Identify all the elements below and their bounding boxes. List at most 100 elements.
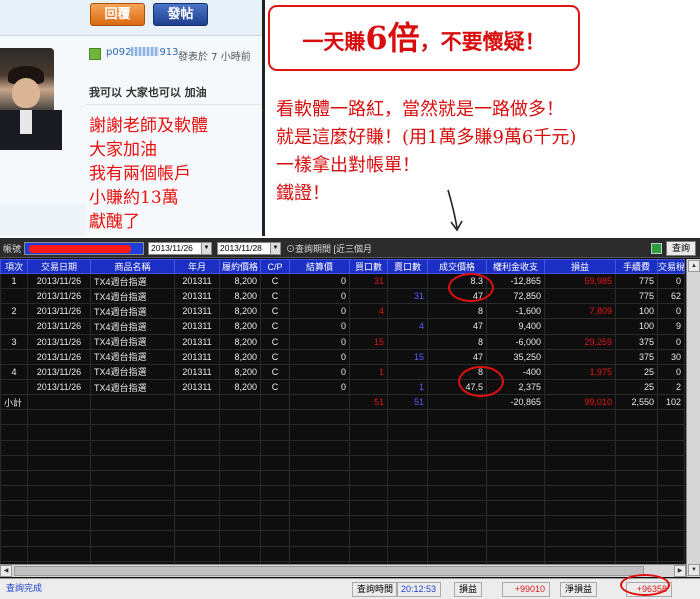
cell-empty [615, 409, 658, 426]
cell-empty [486, 424, 545, 441]
date-to-select[interactable]: 2013/11/28 ▼ [217, 242, 281, 255]
cell-pnl: 7,809 [544, 303, 616, 320]
cell-empty [615, 545, 658, 562]
cell-product: TX4週台指選 [90, 303, 175, 320]
account-select[interactable] [24, 242, 144, 255]
cell-cp: C [260, 363, 290, 380]
avatar[interactable] [0, 48, 62, 150]
cell-empty [260, 424, 290, 441]
post-author[interactable]: p092 913 [106, 47, 179, 58]
cell-empty [387, 409, 428, 426]
subtotal-row[interactable]: 小計 51 51 -20,865 99,010 2,550 102 [0, 394, 685, 411]
cell-tax: 0 [657, 333, 685, 350]
table-row[interactable]: 2013/11/26 TX4週台指選 201311 8,200 C 0 1 47.5 2,375… [0, 378, 685, 396]
cell-empty [174, 545, 220, 562]
export-icon[interactable] [651, 243, 662, 254]
cell-empty [90, 424, 175, 441]
cell-empty [615, 530, 658, 547]
cell-date: 2013/11/26 [27, 378, 91, 396]
cell-no: 1 [0, 272, 28, 290]
table-row[interactable]: 3 2013/11/26 TX4週台指選 201311 8,200 C 0 15 8 -6,000… [0, 333, 685, 350]
cell-strike: 8,200 [219, 303, 261, 320]
cell-empty [174, 530, 220, 547]
table-row[interactable]: 2013/11/26 TX4週台指選 201311 8,200 C 0 4 47 9,400 10… [0, 318, 685, 335]
cell-ym: 201311 [174, 378, 220, 396]
col-header[interactable]: 年月 [174, 259, 220, 274]
cell-ym: 201311 [174, 333, 220, 350]
cell-pnl [544, 348, 616, 365]
account-redacted [29, 245, 131, 253]
col-header[interactable]: 履約價格 [219, 259, 261, 274]
col-header[interactable]: 結算價 [289, 259, 350, 274]
cell-strike: 8,200 [219, 288, 261, 305]
query-time: 20:12:53 [396, 582, 442, 597]
scroll-left-icon[interactable]: ◀ [0, 565, 12, 577]
col-header[interactable]: C/P [260, 259, 290, 274]
cell-empty [260, 484, 290, 502]
period-label[interactable]: ⊙查詢期間 [近三個月 [286, 242, 372, 255]
new-post-button[interactable]: 發帖 [153, 3, 208, 26]
pnl-value: +99010 [502, 582, 550, 597]
scroll-up-icon[interactable]: ▲ [688, 260, 700, 272]
table-row[interactable]: 2 2013/11/26 TX4週台指選 201311 8,200 C 0 4 8 -1,600 7… [0, 303, 685, 320]
cell-premium: 9,400 [486, 318, 545, 335]
cell-sell: 1 [387, 378, 428, 396]
cell-empty [27, 530, 91, 547]
vertical-scrollbar[interactable]: ▲ ▼ [686, 259, 700, 577]
cell-empty [0, 500, 28, 517]
cell-empty [0, 530, 28, 547]
cell-empty [219, 424, 261, 441]
scroll-down-icon[interactable]: ▼ [688, 564, 700, 576]
cell-empty [174, 515, 220, 532]
table-row[interactable]: 2013/11/26 TX4週台指選 201311 8,200 C 0 31 47 72,850… [0, 288, 685, 305]
table-row[interactable]: 1 2013/11/26 TX4週台指選 201311 8,200 C 0 31 8.3 -12,… [0, 272, 685, 290]
col-header[interactable]: 交易稅 [657, 259, 685, 274]
chevron-down-icon[interactable]: ▼ [201, 243, 211, 254]
col-header[interactable]: 項次 [0, 259, 28, 274]
chevron-down-icon[interactable]: ▼ [270, 243, 280, 254]
col-header[interactable]: 賣口數 [387, 259, 428, 274]
cell-empty [657, 439, 685, 456]
cell-empty [27, 439, 91, 456]
reply-button[interactable]: 回覆 [90, 3, 145, 26]
trade-statement-window: 帳號 2013/11/26 ▼ 2013/11/28 ▼ ⊙查詢期間 [近三個月 查… [0, 238, 700, 599]
cell-price: 8 [427, 333, 487, 350]
col-header[interactable]: 成交價格 [427, 259, 487, 274]
cell-empty [486, 454, 545, 471]
col-header[interactable]: 買口數 [349, 259, 388, 274]
cell-buy [349, 288, 388, 305]
cell-empty [427, 530, 487, 547]
cell-product: TX4週台指選 [90, 288, 175, 305]
table-row[interactable]: 4 2013/11/26 TX4週台指選 201311 8,200 C 0 1 8 -400 1,9… [0, 363, 685, 380]
col-header[interactable]: 商品名稱 [90, 259, 175, 274]
query-button[interactable]: 查詢 [666, 241, 696, 256]
cell-empty [486, 484, 545, 502]
scroll-thumb[interactable] [14, 566, 644, 576]
col-header[interactable]: 權利金收支 [486, 259, 545, 274]
cell-cp: C [260, 303, 290, 320]
cell-empty [90, 409, 175, 426]
headline-callout: 一天賺6倍，不要懷疑！ [268, 5, 580, 71]
col-header[interactable]: 交易日期 [27, 259, 91, 274]
cell-fee: 375 [615, 333, 658, 350]
cell-empty [0, 409, 28, 426]
cell-empty [615, 515, 658, 532]
headline: 一天賺6倍，不要懷疑！ [270, 7, 578, 69]
cell-empty [27, 500, 91, 517]
subtotal-label: 小計 [0, 394, 28, 411]
col-header[interactable]: 損益 [544, 259, 616, 274]
cell-empty [349, 530, 388, 547]
col-header[interactable]: 手續費 [615, 259, 658, 274]
cell-tax: 0 [657, 272, 685, 290]
cell-empty [260, 515, 290, 532]
cell-fee: 100 [615, 303, 658, 320]
date-from-select[interactable]: 2013/11/26 ▼ [148, 242, 212, 255]
cell-product: TX4週台指選 [90, 378, 175, 396]
horizontal-scrollbar[interactable]: ◀ ▶ [0, 564, 686, 577]
comment-line: 看軟體一路紅，當然就是一路做多！ [276, 99, 564, 120]
table-row[interactable]: 2013/11/26 TX4週台指選 201311 8,200 C 0 15 47 35,250… [0, 348, 685, 365]
scroll-right-icon[interactable]: ▶ [674, 565, 686, 577]
cell-empty [27, 409, 91, 426]
cell-empty [90, 484, 175, 502]
cell-empty [289, 500, 350, 517]
